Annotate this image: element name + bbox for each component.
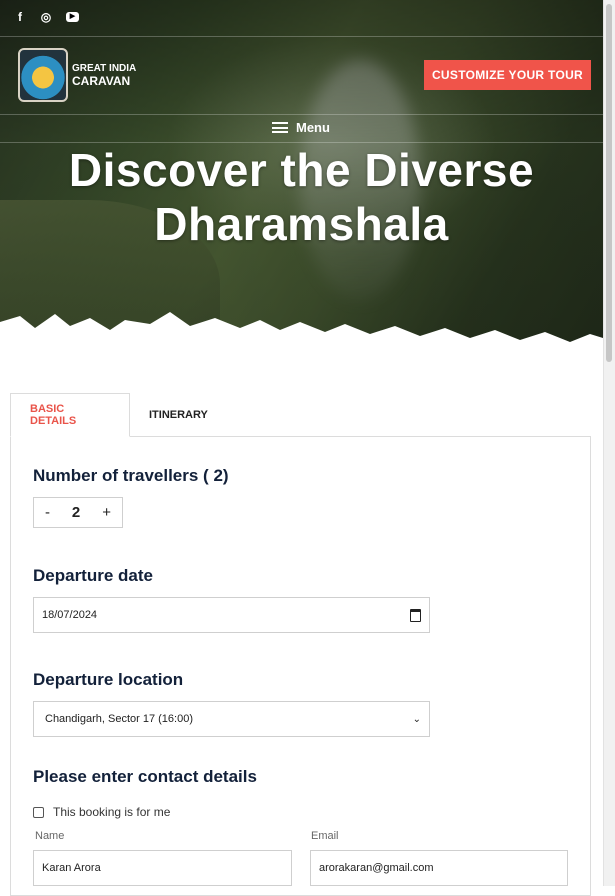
menu-toggle[interactable]: Menu — [272, 120, 330, 135]
tab-bar: BASIC DETAILS ITINERARY — [10, 393, 227, 437]
travellers-heading: Number of travellers ( 2) — [33, 466, 229, 485]
checkbox-box[interactable] — [33, 806, 44, 818]
name-label: Name — [35, 830, 65, 842]
booking-for-me-checkbox[interactable]: This booking is for me — [33, 805, 170, 819]
travellers-stepper: - 2 + — [33, 497, 123, 528]
hero-banner: f ◎ ▶ GREAT INDIA CARAVAN CUSTOMIZE YOUR… — [0, 0, 603, 360]
departure-location-value: Chandigarh, Sector 17 (16:00) — [45, 713, 193, 725]
tab-basic-details[interactable]: BASIC DETAILS — [10, 393, 130, 437]
logo-badge — [18, 48, 68, 102]
decrement-button[interactable]: - — [45, 504, 50, 521]
torn-edge — [0, 312, 603, 360]
traveller-count: 2 — [71, 504, 81, 521]
tab-itinerary[interactable]: ITINERARY — [130, 393, 227, 437]
hamburger-icon — [272, 122, 288, 133]
facebook-icon[interactable]: f — [14, 10, 26, 24]
departure-location-heading: Departure location — [33, 670, 184, 689]
scrollbar[interactable] — [603, 0, 615, 886]
email-value: arorakaran@gmail.com — [319, 862, 434, 874]
instagram-icon[interactable]: ◎ — [40, 10, 52, 24]
email-input[interactable]: arorakaran@gmail.com — [310, 850, 568, 886]
booking-for-me-label: This booking is for me — [53, 805, 171, 819]
departure-location-select[interactable]: Chandigarh, Sector 17 (16:00) ⌄ — [33, 701, 430, 737]
youtube-icon[interactable]: ▶ — [66, 12, 79, 22]
departure-date-value: 18/07/2024 — [42, 609, 98, 621]
chevron-down-icon: ⌄ — [412, 713, 421, 725]
name-value: Karan Arora — [42, 862, 101, 874]
email-label: Email — [311, 830, 339, 842]
contact-heading: Please enter contact details — [33, 767, 257, 786]
page-title: Discover the Diverse Dharamshala — [68, 144, 535, 250]
departure-date-heading: Departure date — [33, 566, 153, 585]
increment-button[interactable]: + — [102, 504, 111, 521]
scrollbar-thumb[interactable] — [606, 4, 612, 362]
customize-tour-button[interactable]: CUSTOMIZE YOUR TOUR — [424, 60, 591, 90]
site-logo[interactable]: GREAT INDIA CARAVAN — [18, 48, 136, 102]
departure-date-input[interactable]: 18/07/2024 — [33, 597, 430, 633]
logo-line2: CARAVAN — [72, 74, 131, 88]
social-links: f ◎ ▶ — [14, 10, 79, 24]
calendar-icon[interactable] — [410, 608, 421, 622]
menu-label: Menu — [296, 120, 330, 135]
name-input[interactable]: Karan Arora — [33, 850, 292, 886]
